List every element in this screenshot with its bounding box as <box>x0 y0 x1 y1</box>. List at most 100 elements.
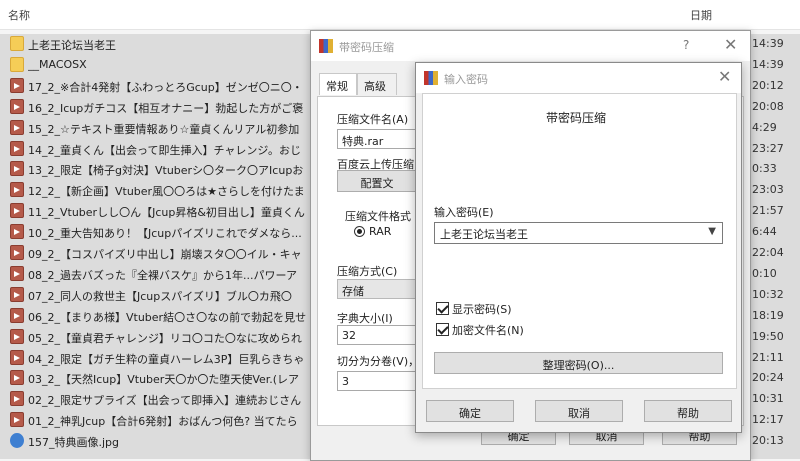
help-button[interactable]: 帮助 <box>644 400 732 422</box>
archive-name-label: 压缩文件名(A) <box>337 113 409 126</box>
password-label: 输入密码(E) <box>434 206 494 219</box>
file-date: 10:32 <box>752 287 784 301</box>
video-file-icon <box>10 224 24 240</box>
compression-method-label: 压缩方式(C) <box>337 265 398 278</box>
file-name: 04_2_限定【ガチ生粋の童貞ハーレム3P】巨乳らきちゃ <box>28 352 305 366</box>
format-rar-radio[interactable] <box>354 226 365 237</box>
file-date: 20:08 <box>752 99 784 113</box>
dialog-titlebar: 输入密码 ✕ <box>416 63 741 93</box>
winrar-app-icon <box>319 39 333 53</box>
file-date: 20:12 <box>752 78 784 92</box>
video-file-icon <box>10 391 24 407</box>
file-name: 05_2_【童貞君チャレンジ】リコ〇コた〇なに攻められ <box>28 331 302 345</box>
file-name: 上老王论坛当老王 <box>28 39 116 52</box>
file-date: 14:39 <box>752 57 784 71</box>
show-password-checkbox[interactable] <box>436 302 449 315</box>
close-icon[interactable]: ✕ <box>718 67 731 86</box>
image-file-icon <box>10 433 24 449</box>
file-name: 03_2_【天然Icup】Vtuber天〇か〇た堕天使Ver.(レア <box>28 373 300 387</box>
video-file-icon <box>10 161 24 177</box>
video-file-icon <box>10 349 24 365</box>
dialog-titlebar: 带密码压缩 ? ✕ <box>311 31 750 61</box>
column-header-date[interactable]: 日期 <box>690 7 712 23</box>
chevron-down-icon[interactable]: ▼ <box>708 226 716 237</box>
video-file-icon <box>10 307 24 323</box>
file-name: 13_2_限定【椅子g対決】Vtuberシ〇ターク〇アIcupお <box>28 164 304 178</box>
file-name: 09_2_【コスパイズリ中出し】崩壊スタ〇〇イル・キャ <box>28 248 302 261</box>
close-icon[interactable]: ✕ <box>724 35 737 54</box>
file-name: 08_2_過去バズった『全裸バスケ』から1年...パワーア <box>28 268 298 282</box>
split-volumes-label: 切分为分卷(V)， <box>337 355 420 368</box>
password-panel: 带密码压缩 输入密码(E) 上老王论坛当老王 ▼ 显示密码(S) 加密文件名(N… <box>422 93 737 389</box>
file-date: 6:44 <box>752 225 777 239</box>
organize-passwords-button[interactable]: 整理密码(O)... <box>434 352 723 374</box>
file-name: 11_2_Vtuberしし〇ん【Jcup昇格&初目出し】童貞くん <box>28 206 305 220</box>
video-file-icon <box>10 77 24 93</box>
video-file-icon <box>10 412 24 428</box>
video-file-icon <box>10 203 24 219</box>
file-date: 23:27 <box>752 141 784 155</box>
file-date: 23:03 <box>752 183 784 197</box>
encrypt-filenames-checkbox[interactable] <box>436 323 449 336</box>
file-date: 14:39 <box>752 37 784 50</box>
file-date: 0:33 <box>752 162 777 176</box>
file-name: 16_2_Icupガチコス【相互オナニー】勃起した方がご褒 <box>28 101 304 115</box>
format-rar-label: RAR <box>369 225 392 238</box>
tab-advanced[interactable]: 高级 <box>357 73 397 95</box>
video-file-icon <box>10 98 24 114</box>
dictionary-size-select[interactable]: 32 <box>337 325 417 345</box>
split-volumes-input[interactable]: 3 <box>337 371 417 391</box>
video-file-icon <box>10 328 24 344</box>
file-date: 21:11 <box>752 350 784 364</box>
archive-name-input[interactable]: 特典.rar <box>337 129 417 149</box>
show-password-label: 显示密码(S) <box>452 303 512 316</box>
file-list-header: 名称 日期 <box>0 0 800 30</box>
file-name: 10_2_重大告知あり！【Jcupパイズリこれでダメなら... <box>28 227 302 241</box>
cancel-button[interactable]: 取消 <box>535 400 623 422</box>
file-date: 22:04 <box>752 246 784 259</box>
file-name: 14_2_童貞くん【出会って即生挿入】チャレンジ。おじ <box>28 143 302 157</box>
file-date: 21:57 <box>752 204 784 218</box>
file-date: 19:50 <box>752 329 784 343</box>
dialog-title: 带密码压缩 <box>339 41 394 54</box>
help-icon[interactable]: ? <box>683 38 689 52</box>
dialog-title: 输入密码 <box>444 73 488 86</box>
file-date: 10:31 <box>752 392 784 406</box>
compression-method-select[interactable]: 存储 <box>337 279 417 299</box>
winrar-app-icon <box>424 71 438 85</box>
dictionary-size-label: 字典大小(I) <box>337 312 393 325</box>
file-date: 0:10 <box>752 266 777 280</box>
file-date: 20:24 <box>752 371 784 385</box>
file-name: 07_2_同人の救世主【Jcupスパイズリ】ブル〇カ飛〇 <box>28 289 292 303</box>
column-header-name[interactable]: 名称 <box>8 7 30 23</box>
archive-format-label: 压缩文件格式 <box>345 210 411 223</box>
video-file-icon <box>10 140 24 156</box>
video-file-icon <box>10 245 24 260</box>
file-date: 12:17 <box>752 413 784 427</box>
encrypt-filenames-label: 加密文件名(N) <box>452 324 524 337</box>
file-name: 06_2_【まりあ様】Vtuber結〇さ〇なの前で勃起を見せ <box>28 310 307 324</box>
video-file-icon <box>10 265 24 281</box>
password-combobox[interactable]: 上老王论坛当老王 ▼ <box>434 222 723 244</box>
video-file-icon <box>10 370 24 386</box>
password-value: 上老王论坛当老王 <box>440 228 528 241</box>
file-date: 18:19 <box>752 308 784 322</box>
file-name: __MACOSX <box>28 57 87 71</box>
enter-password-dialog: 输入密码 ✕ 带密码压缩 输入密码(E) 上老王论坛当老王 ▼ 显示密码(S) … <box>415 62 742 433</box>
dialog-heading: 带密码压缩 <box>546 111 607 125</box>
ok-button[interactable]: 确定 <box>426 400 514 422</box>
file-name: 01_2_神乳Jcup【合計6発射】おばんつ何色? 当てたら <box>28 415 298 429</box>
folder-icon <box>10 56 24 72</box>
file-date: 20:13 <box>752 434 784 448</box>
file-name: 17_2_※合計4発射【ふわっとろGcup】ゼンゼ〇ニ〇・ <box>28 80 303 94</box>
file-name: 12_2_【新企画】Vtuber風〇〇ろは★さらしを付けたま <box>28 185 305 199</box>
folder-icon <box>10 36 24 51</box>
file-date: 4:29 <box>752 120 777 134</box>
file-name: 157_特典画像.jpg <box>28 436 120 450</box>
file-name: 15_2_☆テキスト重要情報あり☆童貞くんリアル初参加 <box>28 122 300 136</box>
file-name: 02_2_限定サプライズ【出会って即挿入】連続おじさん <box>28 394 302 408</box>
video-file-icon <box>10 119 24 135</box>
tab-general[interactable]: 常规 <box>319 73 357 95</box>
config-button[interactable]: 配置文 <box>337 170 417 192</box>
video-file-icon <box>10 182 24 198</box>
